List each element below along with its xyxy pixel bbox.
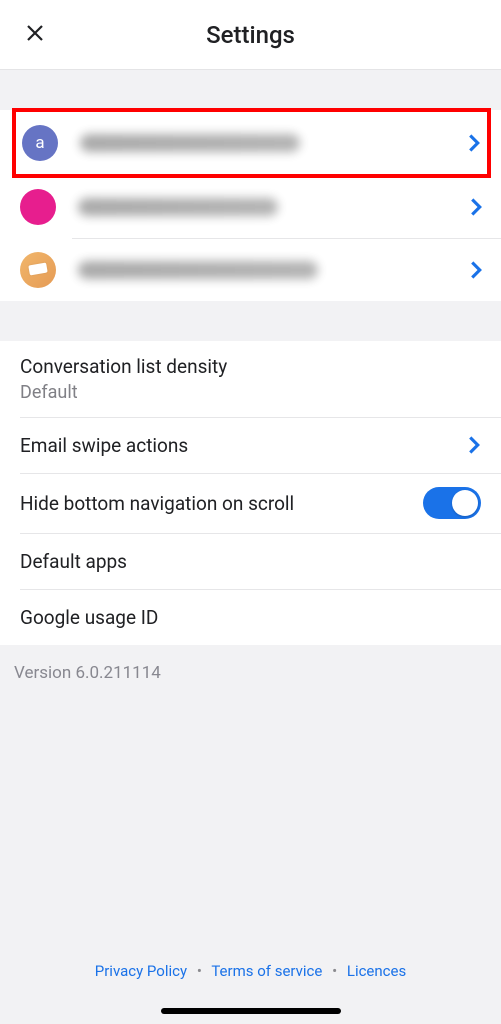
avatar — [20, 252, 56, 288]
close-button[interactable] — [20, 20, 50, 50]
section-gap — [0, 70, 501, 110]
account-email-redacted — [80, 134, 300, 152]
setting-label: Email swipe actions — [20, 434, 467, 457]
account-row[interactable] — [0, 239, 501, 301]
avatar — [20, 189, 56, 225]
avatar-letter: a — [35, 133, 44, 153]
home-indicator — [161, 1008, 341, 1014]
setting-label: Hide bottom navigation on scroll — [20, 492, 423, 515]
account-list: a — [0, 110, 501, 301]
setting-label: Default apps — [20, 550, 481, 573]
footer-links: Privacy Policy • Terms of service • Lice… — [0, 962, 501, 980]
account-email-redacted — [78, 261, 318, 279]
page-title: Settings — [0, 21, 501, 49]
header-bar: Settings — [0, 0, 501, 70]
separator-dot: • — [326, 962, 343, 980]
chevron-right-icon — [469, 260, 483, 280]
section-gap — [0, 301, 501, 341]
toggle-switch[interactable] — [423, 487, 481, 519]
close-icon — [23, 21, 47, 49]
setting-label: Conversation list density — [20, 355, 481, 378]
setting-google-usage-id[interactable]: Google usage ID — [0, 589, 501, 645]
separator-dot: • — [191, 962, 208, 980]
terms-link[interactable]: Terms of service — [211, 962, 322, 980]
account-row[interactable] — [0, 176, 501, 238]
chevron-right-icon — [467, 435, 481, 455]
privacy-policy-link[interactable]: Privacy Policy — [95, 962, 187, 980]
setting-hide-bottom-nav[interactable]: Hide bottom navigation on scroll — [0, 473, 501, 533]
setting-value: Default — [20, 382, 481, 403]
version-text: Version 6.0.211114 — [0, 645, 501, 701]
setting-conversation-density[interactable]: Conversation list density Default — [0, 341, 501, 417]
chevron-right-icon — [467, 133, 481, 153]
setting-default-apps[interactable]: Default apps — [0, 533, 501, 589]
licences-link[interactable]: Licences — [347, 962, 406, 980]
settings-list: Conversation list density Default Email … — [0, 341, 501, 645]
setting-label: Google usage ID — [20, 606, 481, 629]
account-email-redacted — [78, 198, 278, 216]
chevron-right-icon — [469, 197, 483, 217]
account-row[interactable]: a — [12, 108, 491, 178]
setting-email-swipe[interactable]: Email swipe actions — [0, 417, 501, 473]
avatar: a — [22, 125, 58, 161]
